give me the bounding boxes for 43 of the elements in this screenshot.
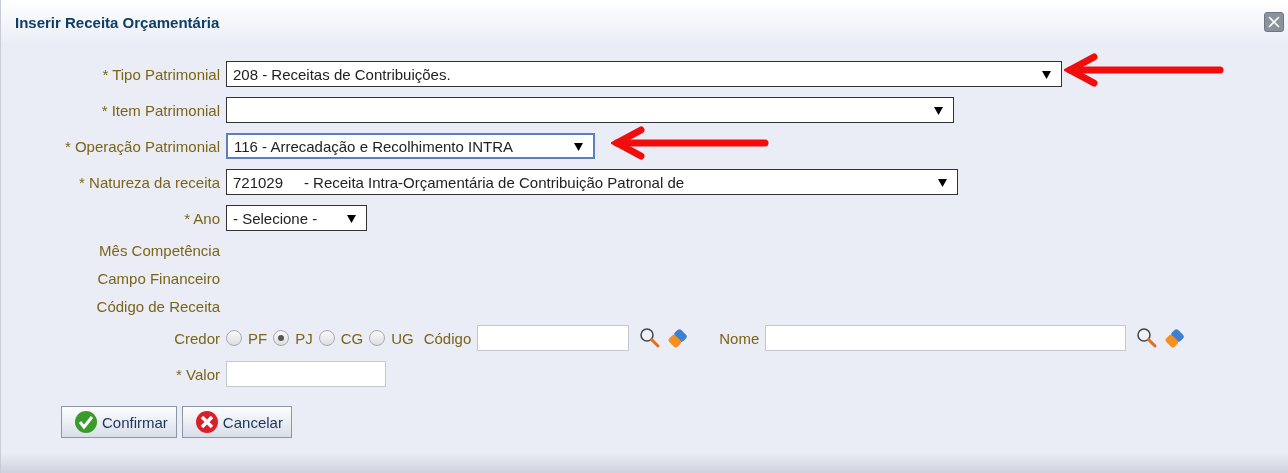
field-label: * Item Patrimonial <box>100 101 220 119</box>
radio-label: PF <box>248 329 268 347</box>
value-input-field[interactable] <box>226 361 386 387</box>
eraser-icon[interactable] <box>667 327 690 349</box>
field-label: Nome <box>719 329 760 347</box>
dropdown-field[interactable]: 721029 - Receita Intra-Orçamentária de Contribuição Patronal de <box>226 169 958 195</box>
search-icon[interactable] <box>1136 327 1159 349</box>
field-label: * Natureza da receita <box>78 173 220 191</box>
field-label: * Valor <box>175 365 220 383</box>
radio-button[interactable] <box>226 330 242 346</box>
x-circle-icon <box>194 410 219 434</box>
field-label: Credor <box>173 329 220 347</box>
caret-icon <box>934 105 943 115</box>
field-label: * Ano <box>183 209 220 227</box>
radio-button[interactable] <box>318 330 335 346</box>
dialog-title: Inserir Receita Orçamentária <box>15 13 220 31</box>
field-label: Mês Competência <box>98 240 220 261</box>
dropdown-field[interactable]: - Selecione - <box>226 205 367 231</box>
field-label: * Tipo Patrimonial <box>101 65 220 83</box>
confirm-button[interactable]: Confirmar <box>61 406 177 438</box>
close-button[interactable] <box>1264 12 1284 32</box>
caret-icon <box>938 177 947 187</box>
dropdown-field[interactable]: 116 - Arrecadação e Recolhimento INTRA <box>226 133 595 159</box>
caret-icon <box>574 141 583 151</box>
radio-button[interactable] <box>369 330 386 346</box>
dropdown-field[interactable]: 208 - Receitas de Contribuições. <box>226 61 1062 87</box>
cancel-button[interactable]: Cancelar <box>181 406 292 438</box>
field-label: Campo Financeiro <box>96 268 220 289</box>
field-label: Código de Receita <box>95 296 220 317</box>
radio-label: PJ <box>295 329 313 347</box>
search-icon[interactable] <box>639 327 662 349</box>
check-icon <box>74 410 98 434</box>
eraser-icon[interactable] <box>1164 327 1187 349</box>
caret-icon <box>1042 69 1051 79</box>
field-label: * Operação Patrimonial <box>63 137 220 155</box>
name-input-field[interactable] <box>765 325 1127 351</box>
radio-button[interactable] <box>273 330 290 346</box>
code-input-field[interactable] <box>477 325 630 351</box>
radio-label: UG <box>391 329 414 347</box>
caret-icon <box>347 213 356 223</box>
field-label: Código <box>423 329 472 347</box>
radio-label: CG <box>340 329 364 347</box>
dropdown-field[interactable] <box>226 97 954 123</box>
